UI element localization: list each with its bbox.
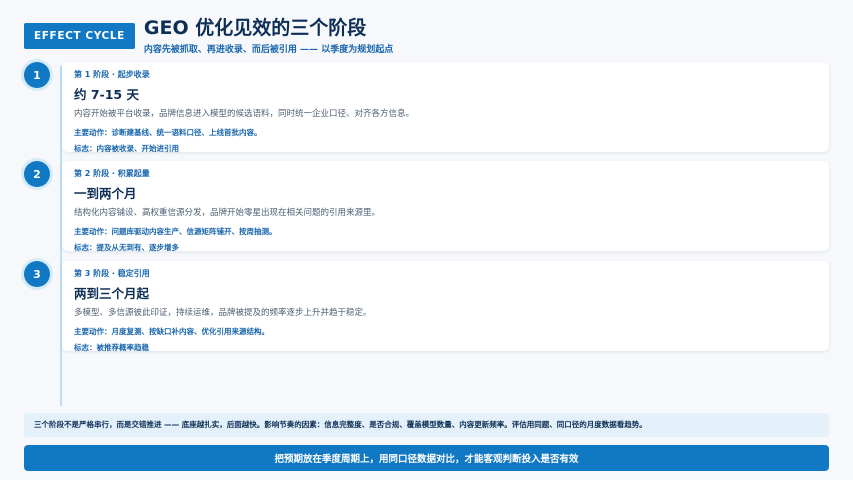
stage-description: 结构化内容铺设、高权重信源分发，品牌开始零星出现在相关问题的引用来源里。	[74, 208, 381, 218]
stage-number-badge: 3	[24, 261, 50, 287]
stage-kicker: 第 3 阶段 · 稳定引用	[74, 269, 150, 278]
stages-note: 三个阶段不是严格串行，而是交错推进 —— 底座越扎实，后面越快。影响节奏的因素：…	[24, 413, 829, 437]
stage-kicker: 第 2 阶段 · 积累起量	[74, 169, 150, 178]
stage-mark: 标志：提及从无到有、逐步增多	[74, 243, 179, 252]
stage-actions: 主要动作：诊断建基线、统一语料口径、上线首批内容。	[74, 128, 262, 137]
stage-card: 第 2 阶段 · 积累起量 一到两个月 结构化内容铺设、高权重信源分发，品牌开始…	[62, 161, 829, 252]
stage-title: 两到三个月起	[74, 286, 150, 301]
stage-mark: 标志：被推荐概率趋稳	[74, 343, 149, 352]
stage-actions: 主要动作：问题库驱动内容生产、信源矩阵铺开、按周抽测。	[74, 227, 277, 236]
stage-title: 一到两个月	[74, 186, 137, 201]
page-subtitle: 内容先被抓取、再进收录、而后被引用 —— 以季度为规划起点	[143, 45, 394, 55]
summary-banner: 把预期放在季度周期上，用同口径数据对比，才能客观判断投入是否有效	[24, 445, 829, 471]
effect-cycle-badge: EFFECT CYCLE	[24, 23, 135, 49]
stage-description: 多模型、多信源彼此印证，持续运维，品牌被提及的频率逐步上升并趋于稳定。	[74, 308, 372, 318]
stage-description: 内容开始被平台收录，品牌信息进入模型的候选语料，同时统一企业口径、对齐各方信息。	[74, 109, 415, 119]
header-titles: GEO 优化见效的三个阶段 内容先被抓取、再进收录、而后被引用 —— 以季度为规…	[144, 16, 393, 55]
page-title: GEO 优化见效的三个阶段	[143, 17, 367, 39]
stage-number-badge: 1	[24, 62, 50, 88]
stage-card: 第 1 阶段 · 起步收录 约 7-15 天 内容开始被平台收录，品牌信息进入模…	[62, 62, 829, 153]
page-header: EFFECT CYCLE GEO 优化见效的三个阶段 内容先被抓取、再进收录、而…	[24, 16, 393, 55]
stage-kicker: 第 1 阶段 · 起步收录	[74, 70, 150, 79]
stage-number-badge: 2	[24, 161, 50, 187]
stage-actions: 主要动作：月度复测、按缺口补内容、优化引用来源结构。	[74, 327, 269, 336]
stage-title: 约 7-15 天	[74, 87, 139, 102]
stage-card: 第 3 阶段 · 稳定引用 两到三个月起 多模型、多信源彼此印证，持续运维，品牌…	[62, 261, 829, 352]
stage-mark: 标志：内容被收录、开始进引用	[74, 144, 179, 153]
